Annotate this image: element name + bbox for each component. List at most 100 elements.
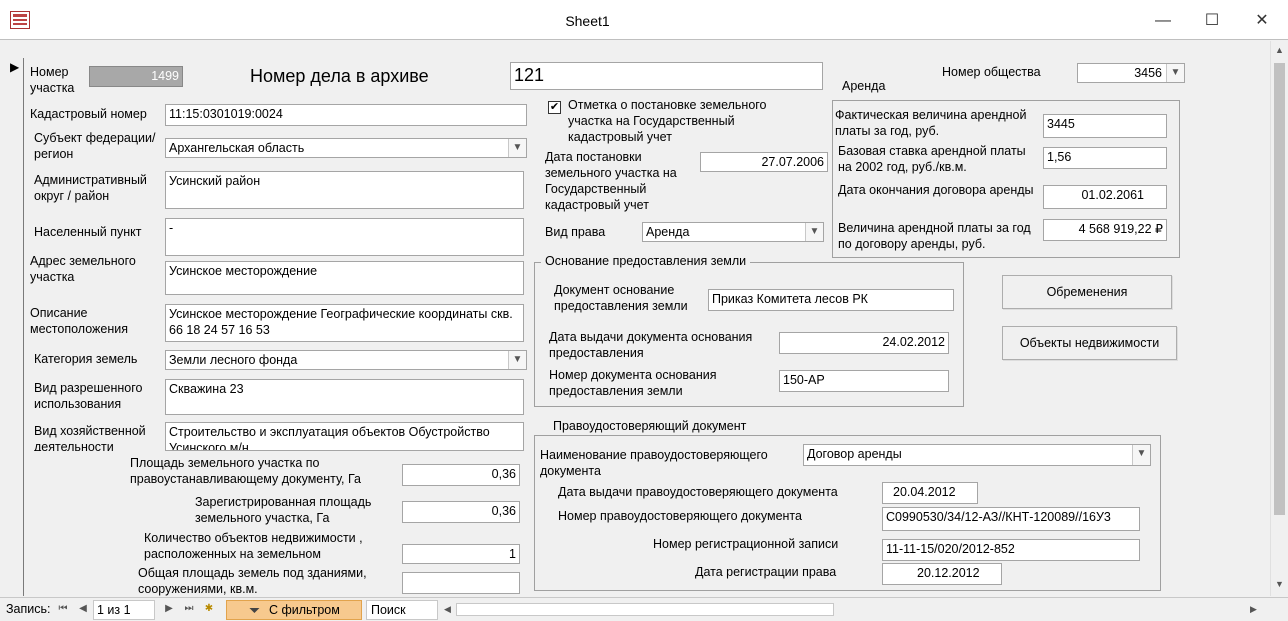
area-doc-field[interactable]: 0,36: [402, 464, 520, 486]
close-button[interactable]: ✕: [1242, 8, 1282, 34]
chevron-down-icon[interactable]: ▼: [805, 223, 823, 241]
horizontal-scrollbar[interactable]: ◀ ▶: [440, 600, 1264, 620]
society-label: Номер общества: [942, 65, 1041, 79]
record-navigation-bar: Запись: ⏮ ◀ 1 из 1 ▶ ⏭ ✱ ⏷ С фильтром По…: [0, 597, 1288, 621]
subject-label: Субъект федерации/регион: [34, 131, 156, 161]
last-record-icon[interactable]: ⏭: [182, 602, 196, 616]
archive-number-field[interactable]: 121: [510, 62, 823, 90]
objects-count-field[interactable]: 1: [402, 544, 520, 564]
scroll-left-icon[interactable]: ◀: [444, 604, 451, 615]
title-bar: Sheet1 — ☐ ✕: [0, 0, 1288, 40]
subject-value: Архангельская область: [169, 141, 305, 155]
activity-label: Вид хозяйственной деятельности: [34, 424, 146, 451]
reg-date-field[interactable]: 20.12.2012: [882, 563, 1002, 585]
right-type-combo[interactable]: Аренда ▼: [642, 222, 824, 242]
minimize-button[interactable]: —: [1143, 8, 1183, 34]
building-area-label: Общая площадь земель под зданиями, соору…: [138, 566, 367, 596]
search-input[interactable]: Поиск: [366, 600, 438, 620]
grounds-doc-number-label: Номер документа основания предоставления…: [549, 368, 717, 398]
plot-number-label: Номер участка: [30, 65, 75, 95]
right-type-value: Аренда: [646, 225, 690, 239]
contract-rent-field[interactable]: 4 568 919,22 ₽: [1043, 219, 1167, 241]
subject-combo[interactable]: Архангельская область ▼: [165, 138, 527, 158]
title-doc-group-title: Правоудостоверяющий документ: [549, 418, 751, 434]
rent-group-title: Аренда: [838, 78, 890, 94]
title-doc-issue-date-label: Дата выдачи правоудостоверяющего докумен…: [558, 485, 838, 499]
reg-number-field[interactable]: 11-11-15/020/2012-852: [882, 539, 1140, 561]
grounds-doc-number-field[interactable]: 150-АР: [779, 370, 949, 392]
next-record-icon[interactable]: ▶: [162, 602, 176, 616]
address-label: Адрес земельного участка: [30, 254, 136, 284]
area-reg-field[interactable]: 0,36: [402, 501, 520, 523]
cadastral-label: Кадастровый номер: [30, 107, 147, 121]
area-doc-label: Площадь земельного участка по правоустан…: [130, 456, 361, 486]
filter-icon: ⏷: [249, 602, 261, 618]
scroll-right-icon[interactable]: ▶: [1250, 604, 1257, 615]
permitted-use-field[interactable]: Скважина 23: [165, 379, 524, 415]
address-field[interactable]: Усинское месторождение: [165, 261, 524, 295]
archive-title: Номер дела в архиве: [250, 66, 429, 86]
category-label: Категория земель: [34, 352, 138, 366]
reg-date-label: Дата регистрации права: [695, 565, 837, 579]
end-date-label: Дата окончания договора аренды: [838, 183, 1034, 197]
grounds-group-title: Основание предоставления земли: [541, 253, 751, 269]
grounds-doc-field[interactable]: Приказ Комитета лесов РК: [708, 289, 954, 311]
scroll-up-icon[interactable]: ▲: [1275, 45, 1284, 55]
real-estate-objects-button[interactable]: Объекты недвижимости: [1002, 326, 1177, 360]
activity-field[interactable]: Строительство и эксплуатация объектов Об…: [165, 422, 524, 451]
maximize-button[interactable]: ☐: [1192, 8, 1232, 34]
district-label: Административный округ / район: [34, 173, 147, 203]
settlement-field[interactable]: -: [165, 218, 524, 256]
filter-toggle-button[interactable]: ⏷ С фильтром: [226, 600, 362, 620]
category-combo[interactable]: Земли лесного фонда ▼: [165, 350, 527, 370]
title-doc-number-label: Номер правоудостоверяющего документа: [558, 509, 802, 523]
state-registration-date-label: Дата постановки земельного участка на Го…: [545, 150, 677, 212]
encumbrances-button[interactable]: Обременения: [1002, 275, 1172, 309]
scroll-down-icon[interactable]: ▼: [1275, 579, 1284, 589]
base-rate-field[interactable]: 1,56: [1043, 147, 1167, 169]
end-date-field[interactable]: 01.02.2061: [1043, 185, 1167, 209]
new-record-icon[interactable]: ✱: [202, 602, 216, 616]
title-doc-issue-date-field[interactable]: 20.04.2012: [882, 482, 978, 504]
actual-rent-label: Фактическая величина арендной платы за г…: [835, 108, 1027, 138]
right-type-label: Вид права: [545, 225, 606, 239]
horizontal-scrollbar-thumb[interactable]: [456, 603, 834, 616]
record-position-field[interactable]: 1 из 1: [93, 600, 155, 620]
society-combo[interactable]: 3456 ▼: [1077, 63, 1185, 83]
building-area-field[interactable]: [402, 572, 520, 594]
grounds-doc-label: Документ основание предоставления земли: [554, 283, 688, 313]
cadastral-field[interactable]: 11:15:0301019:0024: [165, 104, 527, 126]
first-record-icon[interactable]: ⏮: [56, 602, 70, 616]
grounds-issue-date-label: Дата выдачи документа основания предоста…: [549, 330, 753, 360]
previous-record-icon[interactable]: ◀: [76, 602, 90, 616]
district-field[interactable]: Усинский район: [165, 171, 524, 209]
record-label: Запись:: [6, 602, 51, 616]
title-doc-name-label: Наименование правоудостоверяющего докуме…: [540, 448, 768, 478]
chevron-down-icon[interactable]: ▼: [1166, 64, 1184, 82]
objects-count-label: Количество объектов недвижимости , распо…: [144, 531, 363, 561]
scrollbar-thumb[interactable]: [1274, 63, 1285, 515]
chevron-down-icon[interactable]: ▼: [508, 351, 526, 369]
record-indicator-icon[interactable]: ▶: [10, 60, 19, 74]
base-rate-label: Базовая ставка арендной платы на 2002 го…: [838, 144, 1026, 174]
grounds-issue-date-field[interactable]: 24.02.2012: [779, 332, 949, 354]
state-registration-checkbox[interactable]: ✔: [548, 101, 561, 114]
reg-number-label: Номер регистрационной записи: [653, 537, 839, 551]
area-reg-label: Зарегистрированная площадь земельного уч…: [195, 495, 372, 525]
record-selector-column: [0, 58, 24, 596]
chevron-down-icon[interactable]: ▼: [508, 139, 526, 157]
vertical-scrollbar[interactable]: ▲ ▼: [1270, 41, 1288, 596]
filter-label: С фильтром: [269, 603, 340, 617]
title-doc-name-combo[interactable]: Договор аренды ▼: [803, 444, 1151, 466]
plot-number-field[interactable]: 1499: [89, 66, 183, 87]
chevron-down-icon[interactable]: ▼: [1132, 445, 1150, 465]
society-value: 3456: [1134, 66, 1162, 80]
state-registration-check-label: Отметка о постановке земельного участка …: [568, 98, 767, 144]
location-field[interactable]: Усинское месторождение Географические ко…: [165, 304, 524, 342]
location-label: Описание местоположения: [30, 306, 128, 336]
window-title: Sheet1: [565, 13, 610, 29]
title-doc-number-field[interactable]: С0990530/34/12-АЗ//КНТ-120089//16У3: [882, 507, 1140, 531]
state-registration-date-field[interactable]: 27.07.2006: [700, 152, 828, 172]
category-value: Земли лесного фонда: [169, 353, 298, 367]
actual-rent-field[interactable]: 3445: [1043, 114, 1167, 138]
